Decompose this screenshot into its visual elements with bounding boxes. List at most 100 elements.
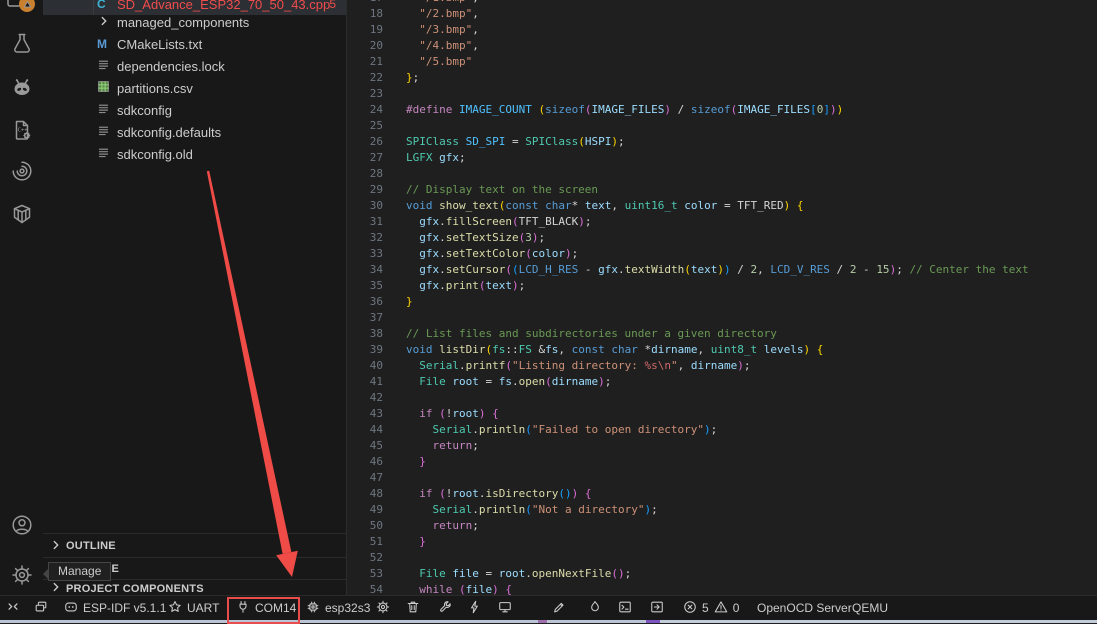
code-line-41[interactable]: 41 File root = fs.open(dirname); <box>347 374 1097 390</box>
code-line-22[interactable]: 22}; <box>347 70 1097 86</box>
code-line-52[interactable]: 52 <box>347 550 1097 566</box>
code-line-43[interactable]: 43 if (!root) { <box>347 406 1097 422</box>
code-line-51[interactable]: 51 } <box>347 534 1097 550</box>
line-number[interactable]: 28 <box>347 166 383 182</box>
line-number[interactable]: 43 <box>347 406 383 422</box>
status-problems[interactable]: 50 <box>683 596 739 620</box>
line-number[interactable]: 47 <box>347 470 383 486</box>
line-number[interactable]: 52 <box>347 550 383 566</box>
line-number[interactable]: 44 <box>347 422 383 438</box>
code-line-30[interactable]: 30void show_text(const char* text, uint1… <box>347 198 1097 214</box>
code-line-31[interactable]: 31 gfx.fillScreen(TFT_BLACK); <box>347 214 1097 230</box>
line-number[interactable]: 39 <box>347 342 383 358</box>
code-line-36[interactable]: 36} <box>347 294 1097 310</box>
line-number[interactable]: 21 <box>347 54 383 70</box>
line-number[interactable]: 35 <box>347 278 383 294</box>
code-line-28[interactable]: 28 <box>347 166 1097 182</box>
code-line-42[interactable]: 42 <box>347 390 1097 406</box>
line-number[interactable]: 48 <box>347 486 383 502</box>
code-line-27[interactable]: 27LGFX gfx; <box>347 150 1097 166</box>
line-number[interactable]: 24 <box>347 102 383 118</box>
code-line-49[interactable]: 49 Serial.println("Not a directory"); <box>347 502 1097 518</box>
status-flash-device[interactable] <box>468 596 482 620</box>
status-flash-method[interactable]: UART <box>168 596 219 620</box>
tree-item-cmakelists-txt[interactable]: MCMakeLists.txt <box>43 33 346 55</box>
code-line-47[interactable]: 47 <box>347 470 1097 486</box>
line-number[interactable]: 36 <box>347 294 383 310</box>
status-device-target[interactable]: esp32s3 <box>306 596 370 620</box>
status-espidf-terminal[interactable] <box>618 596 632 620</box>
status-full-clean[interactable] <box>406 596 420 620</box>
status-remote-indicator[interactable] <box>6 596 20 620</box>
status-build-flash-monitor[interactable] <box>588 596 602 620</box>
line-number[interactable]: 30 <box>347 198 383 214</box>
code-line-38[interactable]: 38// List files and subdirectories under… <box>347 326 1097 342</box>
code-line-37[interactable]: 37 <box>347 310 1097 326</box>
line-number[interactable]: 27 <box>347 150 383 166</box>
line-number[interactable]: 20 <box>347 38 383 54</box>
status-openocd-server[interactable]: OpenOCD Server <box>757 596 852 620</box>
line-number[interactable]: 51 <box>347 534 383 550</box>
status-debug[interactable] <box>552 596 566 620</box>
line-number[interactable]: 32 <box>347 230 383 246</box>
code-line-33[interactable]: 33 gfx.setTextColor(color); <box>347 246 1097 262</box>
code-line-34[interactable]: 34 gfx.setCursor((LCD_H_RES - gfx.textWi… <box>347 262 1097 278</box>
espidf-explorer-icon[interactable]: C++ <box>0 116 43 144</box>
code-line-44[interactable]: 44 Serial.println("Failed to open direct… <box>347 422 1097 438</box>
code-line-24[interactable]: 24#define IMAGE_COUNT (sizeof(IMAGE_FILE… <box>347 102 1097 118</box>
line-number[interactable]: 26 <box>347 134 383 150</box>
code-line-45[interactable]: 45 return; <box>347 438 1097 454</box>
line-number[interactable]: 53 <box>347 566 383 582</box>
line-number[interactable]: 49 <box>347 502 383 518</box>
line-number[interactable]: 34 <box>347 262 383 278</box>
code-line-39[interactable]: 39void listDir(fs::FS &fs, const char *d… <box>347 342 1097 358</box>
code-line-35[interactable]: 35 gfx.print(text); <box>347 278 1097 294</box>
code-line-53[interactable]: 53 File file = root.openNextFile(); <box>347 566 1097 582</box>
panel-header-project-components[interactable]: PROJECT COMPONENTS <box>43 579 346 596</box>
line-number[interactable]: 29 <box>347 182 383 198</box>
code-line-46[interactable]: 46 } <box>347 454 1097 470</box>
line-number[interactable]: 45 <box>347 438 383 454</box>
status-serial-port[interactable]: COM14 <box>236 596 296 620</box>
tree-item-managed-components[interactable]: managed_components <box>43 11 346 33</box>
tree-item-sdkconfig-defaults[interactable]: sdkconfig.defaults <box>43 121 346 143</box>
line-number[interactable]: 31 <box>347 214 383 230</box>
code-line-23[interactable]: 23 <box>347 86 1097 102</box>
status-espidf-version[interactable]: ESP-IDF v5.1.1 <box>64 596 166 620</box>
line-number[interactable]: 42 <box>347 390 383 406</box>
line-number[interactable]: 46 <box>347 454 383 470</box>
code-line-54[interactable]: 54 while (file) { <box>347 582 1097 596</box>
status-monitor-device[interactable] <box>498 596 512 620</box>
code-line-18[interactable]: 18 "/2.bmp", <box>347 6 1097 22</box>
panel-header-outline[interactable]: OUTLINE <box>43 533 346 558</box>
status-project-folders[interactable] <box>34 596 48 620</box>
accounts-icon[interactable] <box>0 511 43 539</box>
test-flask-icon[interactable] <box>0 30 43 58</box>
line-number[interactable]: 37 <box>347 310 383 326</box>
code-line-26[interactable]: 26SPIClass SD_SPI = SPIClass(HSPI); <box>347 134 1097 150</box>
espressif-spiral-icon[interactable] <box>0 156 43 184</box>
line-number[interactable]: 23 <box>347 86 383 102</box>
code-line-50[interactable]: 50 return; <box>347 518 1097 534</box>
line-number[interactable]: 22 <box>347 70 383 86</box>
code-line-19[interactable]: 19 "/3.bmp", <box>347 22 1097 38</box>
line-number[interactable]: 18 <box>347 6 383 22</box>
code-editor[interactable]: 17 "/1.bmp",18 "/2.bmp",19 "/3.bmp",20 "… <box>347 0 1097 596</box>
code-line-48[interactable]: 48 if (!root.isDirectory()) { <box>347 486 1097 502</box>
code-line-29[interactable]: 29// Display text on the screen <box>347 182 1097 198</box>
code-line-25[interactable]: 25 <box>347 118 1097 134</box>
tree-item-sdkconfig-old[interactable]: sdkconfig.old <box>43 143 346 165</box>
line-number[interactable]: 41 <box>347 374 383 390</box>
platformio-alien-icon[interactable] <box>0 75 43 103</box>
line-number[interactable]: 40 <box>347 358 383 374</box>
warning-badge-icon[interactable] <box>0 0 43 16</box>
line-number[interactable]: 38 <box>347 326 383 342</box>
line-number[interactable]: 25 <box>347 118 383 134</box>
manage-gear-icon[interactable] <box>0 561 43 589</box>
code-line-40[interactable]: 40 Serial.printf("Listing directory: %s\… <box>347 358 1097 374</box>
status-qemu[interactable]: QEMU <box>852 596 888 620</box>
line-number[interactable]: 50 <box>347 518 383 534</box>
code-line-21[interactable]: 21 "/5.bmp" <box>347 54 1097 70</box>
tree-item-sdkconfig[interactable]: sdkconfig <box>43 99 346 121</box>
status-build-project[interactable] <box>438 596 452 620</box>
